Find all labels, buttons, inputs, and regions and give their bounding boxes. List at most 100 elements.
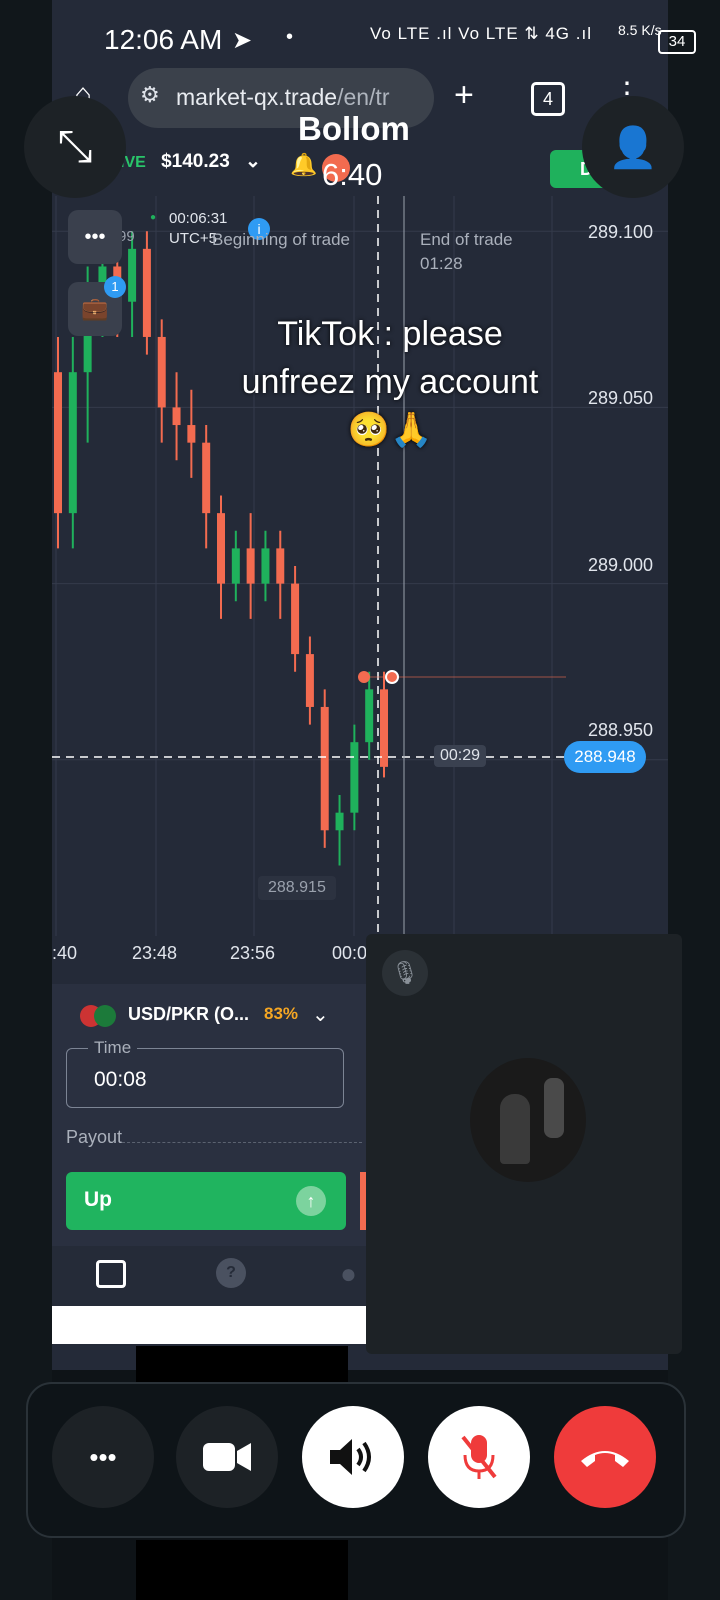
begin-trade-label: Beginning of trade bbox=[212, 230, 350, 249]
more-icon: ••• bbox=[89, 1441, 117, 1472]
candle-body bbox=[246, 548, 255, 584]
timezone-label: UTC+5 bbox=[169, 230, 217, 247]
trade-timer: 00:06:31 bbox=[169, 210, 228, 227]
low-price-label: 288.915 bbox=[258, 876, 336, 900]
x-tick: :40 bbox=[52, 943, 78, 963]
x-tick: 23:56 bbox=[230, 943, 276, 963]
account-selector[interactable]: IVE $140.23 ⌄ bbox=[120, 150, 261, 173]
portfolio-badge: 1 bbox=[104, 276, 126, 298]
minimize-call-button[interactable]: ⤡ bbox=[24, 96, 126, 198]
time-label: Time bbox=[88, 1038, 138, 1058]
arrow-up-icon: ↑ bbox=[296, 1186, 326, 1216]
y-tick: 289.050 bbox=[588, 388, 654, 408]
mute-button[interactable] bbox=[428, 1406, 530, 1508]
up-label: Up bbox=[84, 1188, 112, 1211]
candle-body bbox=[187, 425, 196, 443]
x-tick: 00:0 bbox=[332, 943, 368, 963]
profile-icon[interactable]: ● bbox=[340, 1258, 357, 1290]
collapse-icon: ⤡ bbox=[57, 122, 93, 171]
caption-emoji: 🥺🙏 bbox=[347, 411, 433, 449]
current-price-badge: 288.948 bbox=[564, 741, 646, 773]
notification-dot-icon: • bbox=[286, 26, 294, 48]
candle-body bbox=[157, 336, 166, 408]
asset-pair[interactable]: USD/PKR (O... bbox=[128, 1004, 249, 1025]
candle-body bbox=[172, 407, 181, 426]
candle-body bbox=[231, 548, 240, 584]
help-icon[interactable]: ? bbox=[216, 1258, 246, 1288]
battery-level: 34 bbox=[658, 30, 696, 54]
more-menu-button[interactable]: ••• bbox=[68, 210, 122, 264]
end-call-icon bbox=[581, 1451, 629, 1467]
time-value[interactable]: 00:08 bbox=[94, 1068, 147, 1092]
dots-icon: ••• bbox=[84, 225, 106, 248]
url-path: /en/tr bbox=[337, 84, 390, 110]
candle-body bbox=[68, 372, 77, 514]
candle-body bbox=[291, 583, 300, 655]
trade-marker bbox=[358, 671, 370, 683]
end-call-button[interactable] bbox=[554, 1406, 656, 1508]
candle-body bbox=[276, 548, 285, 584]
caller-avatar bbox=[470, 1058, 586, 1182]
video-icon bbox=[203, 1443, 251, 1471]
candle-body bbox=[142, 248, 151, 337]
add-person-icon: 👤 bbox=[608, 125, 658, 170]
account-balance: $140.23 bbox=[161, 151, 230, 172]
chart-tab-icon[interactable] bbox=[96, 1260, 126, 1288]
page-footer bbox=[52, 1306, 366, 1344]
candle-body bbox=[350, 742, 359, 813]
left-edge bbox=[0, 0, 52, 1600]
nav-bar bbox=[136, 1540, 348, 1600]
telegram-icon: ➤ bbox=[232, 27, 253, 54]
speaker-icon bbox=[330, 1439, 371, 1475]
payout-label: Payout bbox=[66, 1127, 123, 1147]
new-tab-icon[interactable]: + bbox=[454, 76, 474, 115]
url-text: market-qx.trade/en/tr bbox=[176, 84, 389, 111]
briefcase-icon: 💼 bbox=[81, 296, 109, 321]
candle-body bbox=[217, 513, 225, 584]
candle-countdown: 00:29 bbox=[434, 745, 487, 767]
mic-off-icon: 🎙 bbox=[382, 950, 428, 996]
mic-off-icon bbox=[461, 1435, 497, 1479]
candle-body bbox=[261, 548, 270, 584]
divider bbox=[122, 1142, 362, 1143]
caller-name: Bollom bbox=[298, 110, 410, 147]
chevron-down-icon: ⌄ bbox=[245, 151, 261, 172]
network-speed: 8.5 K/s bbox=[618, 22, 662, 38]
end-trade-time: 01:28 bbox=[420, 254, 463, 273]
candle-body bbox=[54, 372, 62, 514]
nav-gap bbox=[136, 1346, 348, 1382]
candle-body bbox=[305, 654, 314, 707]
site-settings-icon[interactable]: ⚙ bbox=[140, 82, 160, 108]
call-duration: 6:40 bbox=[322, 157, 383, 192]
trading-bottom-nav: ? ● bbox=[52, 1246, 366, 1306]
timer-dot-icon: ● bbox=[150, 212, 157, 223]
more-button[interactable]: ••• bbox=[52, 1406, 154, 1508]
tab-count[interactable]: 4 bbox=[531, 82, 565, 116]
url-host: market-qx.trade bbox=[176, 84, 338, 110]
bell-icon[interactable]: 🔔 bbox=[290, 152, 317, 178]
status-time: 12:06 AM bbox=[104, 24, 223, 55]
speaker-button[interactable] bbox=[302, 1406, 404, 1508]
candle-body bbox=[365, 689, 374, 743]
y-tick: 288.950 bbox=[588, 720, 654, 740]
x-tick: 23:48 bbox=[132, 943, 178, 963]
candle-body bbox=[202, 442, 211, 514]
right-edge bbox=[668, 0, 720, 1600]
video-button[interactable] bbox=[176, 1406, 278, 1508]
payout-percent: 83% bbox=[264, 1004, 299, 1023]
candle-body bbox=[320, 706, 329, 831]
add-participant-button[interactable]: 👤 bbox=[582, 96, 684, 198]
caption-line: unfreez my account bbox=[241, 363, 539, 401]
up-button[interactable]: Up ↑ bbox=[66, 1172, 346, 1230]
caption-line: TikTok : please bbox=[277, 315, 503, 353]
currency-flag-icon bbox=[80, 1005, 118, 1027]
chevron-down-icon[interactable]: ⌄ bbox=[312, 1002, 329, 1027]
y-tick: 289.100 bbox=[588, 222, 654, 242]
caption-overlay: TikTok : please unfreez my account 🥺🙏 bbox=[230, 310, 550, 454]
y-tick: 289.000 bbox=[588, 555, 654, 575]
candle-body bbox=[335, 812, 344, 831]
candle-body bbox=[380, 689, 388, 767]
candle-body bbox=[128, 248, 137, 302]
trade-marker bbox=[385, 670, 399, 684]
end-trade-label: End of trade bbox=[420, 230, 513, 249]
